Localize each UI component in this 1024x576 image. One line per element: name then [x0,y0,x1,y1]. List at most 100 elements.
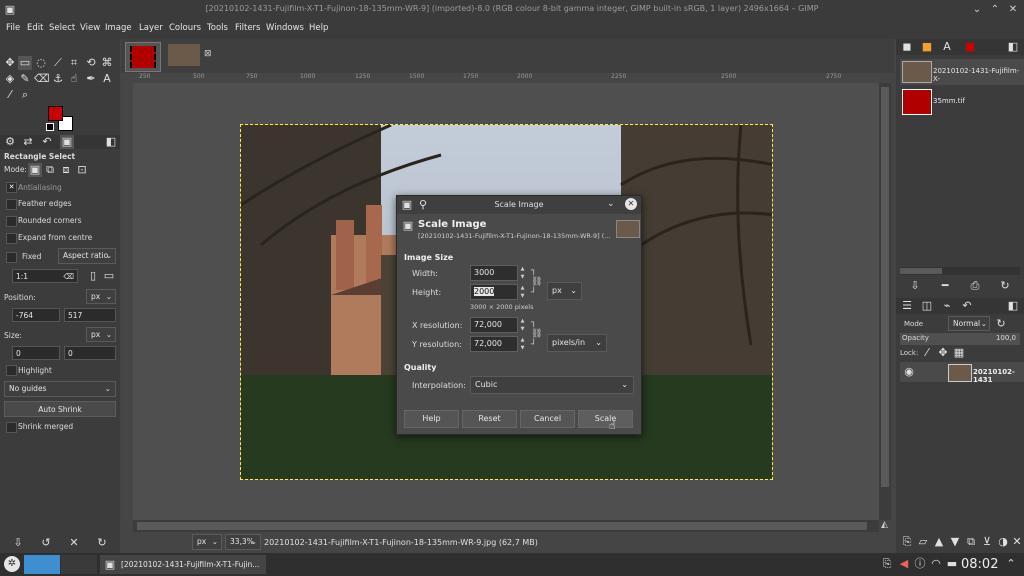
pager-desktop-1[interactable] [24,555,60,574]
undo-history-tab-icon[interactable]: ↶ [40,135,54,149]
battery-icon[interactable]: ▬ [945,557,959,571]
brushes-tab-icon[interactable]: ◼ [900,40,914,54]
close-tab-icon[interactable]: ⊠ [204,49,212,59]
minimize-icon[interactable]: ⌄ [970,3,984,17]
menu-tools[interactable]: Tools [207,23,228,33]
device-status-tab-icon[interactable]: ⇄ [21,135,35,149]
restore-options-icon[interactable]: ↺ [39,536,53,550]
menu-file[interactable]: File [6,23,20,33]
ratio-input[interactable]: 1:1 ⌫ [12,269,78,283]
color-picker-icon[interactable]: ⁄ [3,88,17,102]
menu-layer[interactable]: Layer [139,23,163,33]
opacity-slider[interactable]: Opacity 100,0 [900,333,1020,345]
create-new-view-icon[interactable]: ⎙ [968,279,982,293]
merge-layer-icon[interactable]: ⊻ [980,535,994,549]
auto-shrink-button[interactable]: Auto Shrink [4,401,116,417]
undo-tab-icon[interactable]: ↶ [960,299,974,313]
layer-mode-dropdown[interactable]: Normal ⌄ [948,316,990,331]
mode-add-icon[interactable]: ⧉ [43,163,57,177]
lower-layer-icon[interactable]: ▼ [948,535,962,549]
menu-select[interactable]: Select [49,23,75,33]
x-resolution-input[interactable]: 72,000 [470,317,518,333]
clipboard-icon[interactable]: ⎘ [880,557,894,571]
y-resolution-spinner[interactable]: ▲ ▼ [518,336,527,352]
layers-config-icon[interactable]: ◧ [1006,299,1020,313]
navigate-icon[interactable]: ◭ [881,520,888,530]
menu-windows[interactable]: Windows [266,23,304,33]
eye-icon[interactable]: ◉ [902,365,916,379]
taskbar-task-gimp[interactable]: ▣ [20210102-1431-Fujifilm-X-T1-Fujin... [100,555,266,574]
rect-select-tool-icon[interactable]: ▭ [18,56,32,70]
portrait-icon[interactable]: ▯ [86,269,100,283]
reset-options-icon[interactable]: ↻ [95,536,109,550]
path-tool-icon[interactable]: ✒ [84,72,98,86]
height-spinner[interactable]: ▲ ▼ [518,284,527,300]
antialiasing-checkbox[interactable]: ✕ [6,182,17,193]
images-tab-icon[interactable]: ■ [963,40,977,54]
menu-edit[interactable]: Edit [27,23,43,33]
fuzzy-select-tool-icon[interactable]: ⟋ [51,56,65,70]
fixed-checkbox[interactable] [6,252,17,263]
raise-display-icon[interactable]: ⇩ [908,279,922,293]
patterns-tab-icon[interactable]: ■ [920,40,934,54]
vertical-scrollbar[interactable] [879,83,891,520]
dock-config-icon[interactable]: ◧ [1006,40,1020,54]
mode-intersect-icon[interactable]: ⊡ [75,163,89,177]
layer-mode-reset-icon[interactable]: ↻ [994,317,1008,331]
raise-layer-icon[interactable]: ▲ [932,535,946,549]
new-layer-icon[interactable]: ⎘ [900,535,914,549]
smudge-tool-icon[interactable]: ☝ [67,72,81,86]
images-scroll-thumb[interactable] [900,268,942,274]
width-input[interactable]: 3000 [470,265,518,281]
expand-from-centre-checkbox[interactable] [6,233,17,244]
close-icon[interactable]: ✕ [1006,3,1020,17]
menu-view[interactable]: View [80,23,100,33]
lock-position-icon[interactable]: ✥ [936,346,950,360]
network-icon[interactable]: ◠ [929,557,943,571]
landscape-icon[interactable]: ▭ [102,269,116,283]
guides-dropdown[interactable]: No guides ⌄ [4,381,116,397]
help-button[interactable]: Help [404,410,459,428]
paintbrush-icon[interactable]: ✎ [18,72,32,86]
vertical-scroll-thumb[interactable] [881,87,889,487]
refresh-icon[interactable]: ↻ [998,279,1012,293]
start-menu-icon[interactable]: ✲ [4,556,20,572]
move-tool-icon[interactable]: ✥ [3,56,17,70]
highlight-checkbox[interactable] [6,365,17,376]
image-tab-photo[interactable] [168,44,200,66]
layer-mask-icon[interactable]: ◑ [996,535,1010,549]
size-h-input[interactable]: 0 [64,346,116,360]
paint-bucket-icon[interactable]: ◈ [3,72,17,86]
position-x-input[interactable]: -764 [12,308,60,322]
delete-options-icon[interactable]: ✕ [67,536,81,550]
clone-tool-icon[interactable]: ⚓ [51,72,65,86]
menu-filters[interactable]: Filters [235,23,260,33]
warp-tool-icon[interactable]: ⌘ [100,56,114,70]
zoom-dropdown[interactable]: 33,3% ⌄ [225,534,261,550]
width-spinner[interactable]: ▲ ▼ [518,265,527,281]
mode-subtract-icon[interactable]: ⧈ [59,163,73,177]
images-scrollbar[interactable] [900,267,1020,275]
rounded-corners-checkbox[interactable] [6,216,17,227]
paths-tab-icon[interactable]: ⌁ [940,299,954,313]
scale-button[interactable]: Scale [578,410,633,428]
tool-options-tab-icon[interactable]: ⚙ [3,135,17,149]
menu-colours[interactable]: Colours [169,23,201,33]
shrink-merged-checkbox[interactable] [6,422,17,433]
x-resolution-spinner[interactable]: ▲ ▼ [518,317,527,333]
unified-transform-tool-icon[interactable]: ⟲ [84,56,98,70]
clock[interactable]: 08:02 [961,557,998,572]
layer-row[interactable]: ◉ 20210102-1431 [900,362,1024,384]
chain-link-icon[interactable]: ┐ ⛓ ┘ [531,266,542,299]
position-y-input[interactable]: 517 [64,308,116,322]
y-resolution-input[interactable]: 72,000 [470,336,518,352]
pager-desktop-2[interactable] [61,555,97,574]
size-w-input[interactable]: 0 [12,346,60,360]
lock-pixels-icon[interactable]: ⁄ [920,346,934,360]
horizontal-scroll-thumb[interactable] [137,522,867,530]
default-colors-icon[interactable] [46,123,54,131]
text-tool-icon[interactable]: A [100,72,114,86]
menu-help[interactable]: Help [309,23,328,33]
eraser-icon[interactable]: ⌫ [34,72,50,86]
horizontal-scrollbar[interactable] [133,520,879,532]
